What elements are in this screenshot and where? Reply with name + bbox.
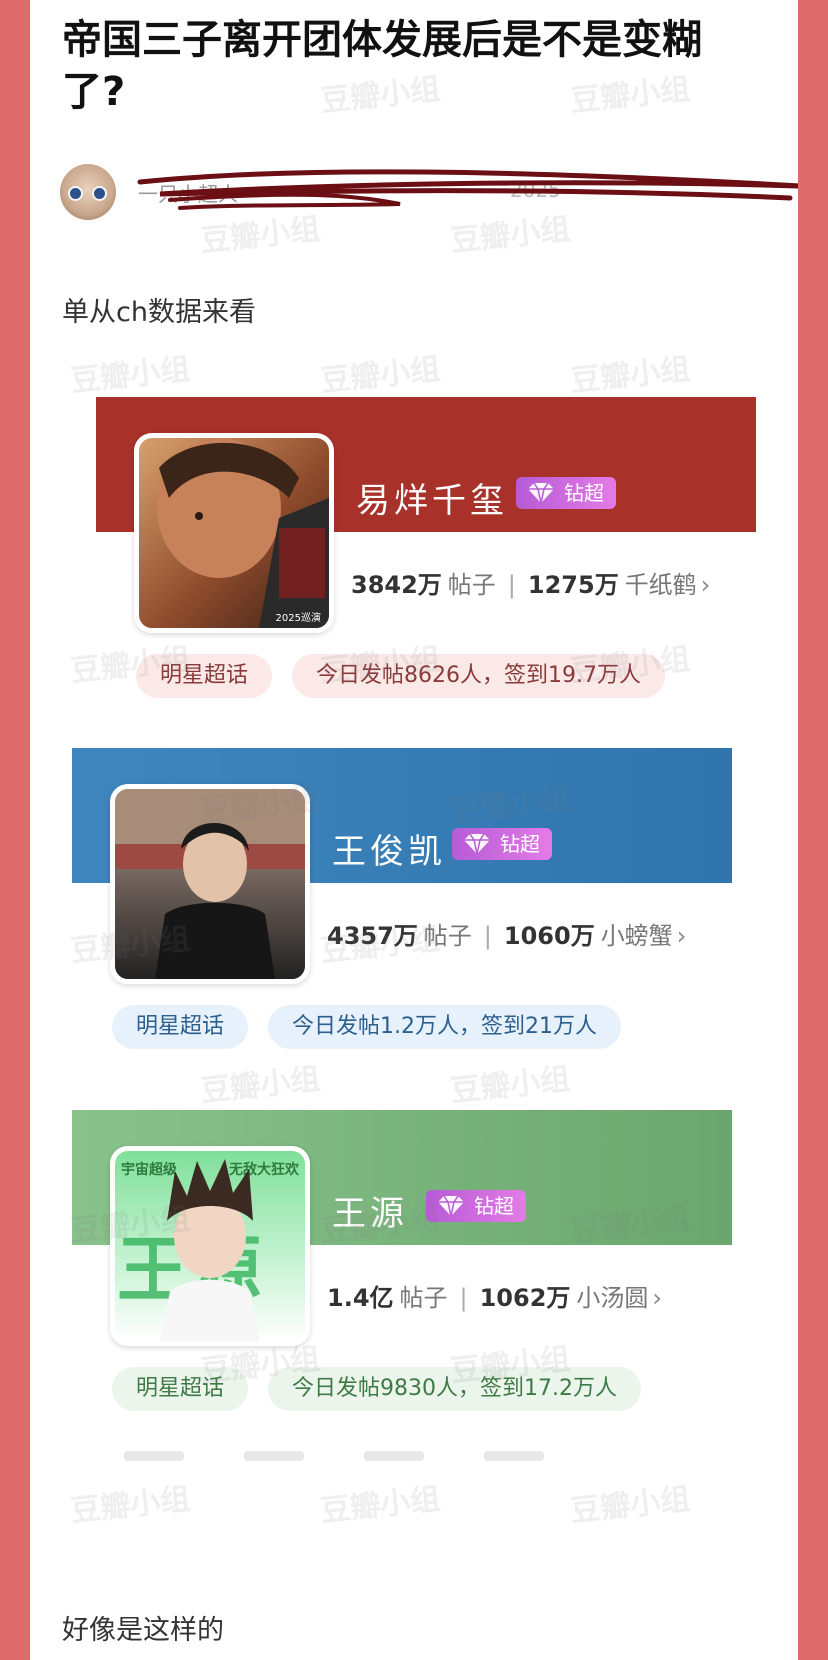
portrait-illustration [115,789,305,979]
fans-count: 1060万 [503,922,595,950]
fans-count: 1062万 [479,1284,571,1312]
fans-unit: 小汤圆 [576,1284,649,1312]
author-row[interactable]: 一只小超人 2025 [60,160,798,224]
outro-text: 好像是这样的 [62,1615,224,1646]
chip-activity[interactable]: 今日发帖1.2万人，签到21万人 [268,1005,621,1049]
faded-tab [124,1451,184,1461]
faded-tab [244,1451,304,1461]
redaction-scribble [137,169,798,210]
cover-image[interactable]: 宇宙超级 无敌大狂欢 王源 [110,1146,310,1346]
diamond-gem-icon [464,833,490,855]
watermark: 豆瓣小组 [568,351,692,400]
posts-unit: 帖子 [399,1284,448,1312]
stats-row[interactable]: 3842万 帖子 | 1275万 千纸鹤 › [351,565,710,600]
watermark: 豆瓣小组 [568,1481,692,1530]
cover-image[interactable] [110,784,310,984]
faded-tab-row [124,1446,684,1466]
chevron-right-icon[interactable]: › [677,922,687,950]
chip-star-topic[interactable]: 明星超话 [112,1367,249,1411]
post-page: 帝国三子离开团体发展后是不是变糊了? 一只小超人 2025 单从ch数据来看 2… [30,0,798,1660]
faded-tab [364,1451,424,1461]
diamond-gem-icon [438,1195,464,1217]
super-topic-card-wangjunkai[interactable]: 王俊凯 钻超 4357万 帖子 | 1060万 小螃蟹 › 明星超话 今日发帖1.2万人，… [72,748,732,1078]
portrait-illustration [160,1159,260,1341]
watermark: 豆瓣小组 [68,1481,192,1530]
star-name[interactable]: 王源 [332,1186,408,1235]
intro-text: 单从ch数据来看 [62,297,256,328]
fans-count: 1275万 [527,571,619,599]
chevron-right-icon[interactable]: › [701,571,711,599]
diamond-badge[interactable]: 钻超 [426,1190,526,1222]
super-topic-card-yiyangqianxi[interactable]: 2025巡演 易烊千玺 钻超 3842万 帖子 | 1275万 千纸鹤 › 明星超话 今日… [96,397,756,727]
chip-star-topic[interactable]: 明星超话 [112,1005,249,1049]
faded-tab [484,1451,544,1461]
cover-caption: 2025巡演 [275,613,321,624]
divider: | [483,922,492,950]
diamond-gem-icon [528,482,554,504]
watermark: 豆瓣小组 [318,1481,442,1530]
portrait-illustration [157,438,329,628]
super-topic-card-wangyuan[interactable]: 宇宙超级 无敌大狂欢 王源 王源 钻超 1.4亿帖子 | 1062万小汤圆› 明星超… [72,1110,732,1440]
star-name[interactable]: 易烊千玺 [356,473,508,522]
avatar-eye [68,186,83,201]
chip-star-topic[interactable]: 明星超话 [136,654,273,698]
watermark: 豆瓣小组 [68,351,192,400]
posts-count: 1.4亿 [327,1284,394,1312]
posts-unit: 帖子 [447,571,496,599]
chevron-right-icon[interactable]: › [652,1284,662,1312]
post-title: 帝国三子离开团体发展后是不是变糊了? [62,17,702,115]
diamond-badge[interactable]: 钻超 [452,828,552,860]
cover-image[interactable]: 2025巡演 [134,433,334,633]
watermark: 豆瓣小组 [318,351,442,400]
star-name[interactable]: 王俊凯 [332,824,446,873]
divider: | [507,571,516,599]
diamond-badge[interactable]: 钻超 [516,477,616,509]
badge-label: 钻超 [564,481,604,505]
chip-activity[interactable]: 今日发帖9830人，签到17.2万人 [268,1367,641,1411]
posts-count: 4357万 [327,922,418,950]
stats-row[interactable]: 4357万 帖子 | 1060万 小螃蟹 › [327,916,686,951]
chip-activity[interactable]: 今日发帖8626人，签到19.7万人 [292,654,665,698]
posts-count: 3842万 [351,571,442,599]
posts-unit: 帖子 [423,922,472,950]
fans-unit: 小螃蟹 [600,922,673,950]
fans-unit: 千纸鹤 [624,571,697,599]
divider: | [459,1284,468,1312]
badge-label: 钻超 [474,1194,514,1218]
badge-label: 钻超 [500,832,540,856]
stats-row[interactable]: 1.4亿 帖子 | 1062万 小汤圆 › [327,1278,662,1313]
